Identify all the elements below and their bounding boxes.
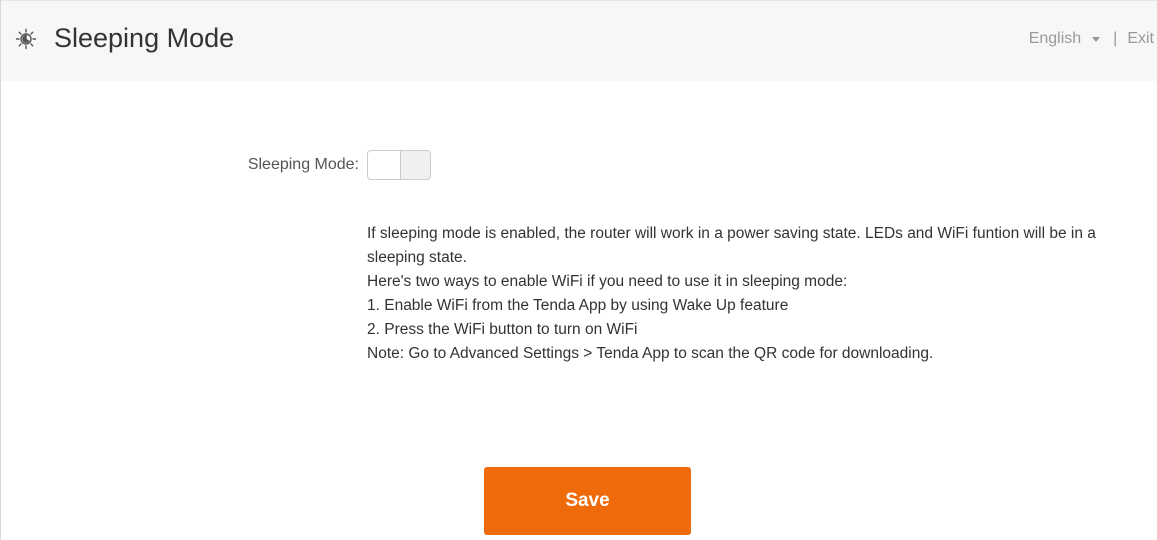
sleeping-mode-description: If sleeping mode is enabled, the router … xyxy=(367,222,1157,366)
sleeping-mode-label: Sleeping Mode: xyxy=(247,156,359,173)
page: Sleeping Mode English | Exit Sleeping Mo… xyxy=(0,0,1157,540)
sleeping-mode-toggle[interactable] xyxy=(367,150,431,180)
toggle-knob xyxy=(368,151,401,179)
description-line: If sleeping mode is enabled, the router … xyxy=(367,225,1096,266)
header-separator: | xyxy=(1113,30,1118,47)
sleeping-mode-icon xyxy=(15,28,37,50)
caret-down-icon xyxy=(1092,36,1101,42)
language-label: English xyxy=(1028,30,1082,47)
description-line: Note: Go to Advanced Settings > Tenda Ap… xyxy=(367,345,934,362)
description-line: Here's two ways to enable WiFi if you ne… xyxy=(367,273,848,290)
page-header: Sleeping Mode English | Exit xyxy=(1,1,1157,81)
header-actions: English | Exit xyxy=(1029,28,1157,50)
description-line: 2. Press the WiFi button to turn on WiFi xyxy=(367,321,638,338)
page-title: Sleeping Mode xyxy=(54,23,235,53)
left-divider xyxy=(0,0,1,540)
language-select[interactable]: English xyxy=(1028,30,1101,48)
exit-link[interactable]: Exit xyxy=(1127,30,1157,48)
description-line: 1. Enable WiFi from the Tenda App by usi… xyxy=(367,297,789,314)
save-button[interactable]: Save xyxy=(484,467,691,535)
